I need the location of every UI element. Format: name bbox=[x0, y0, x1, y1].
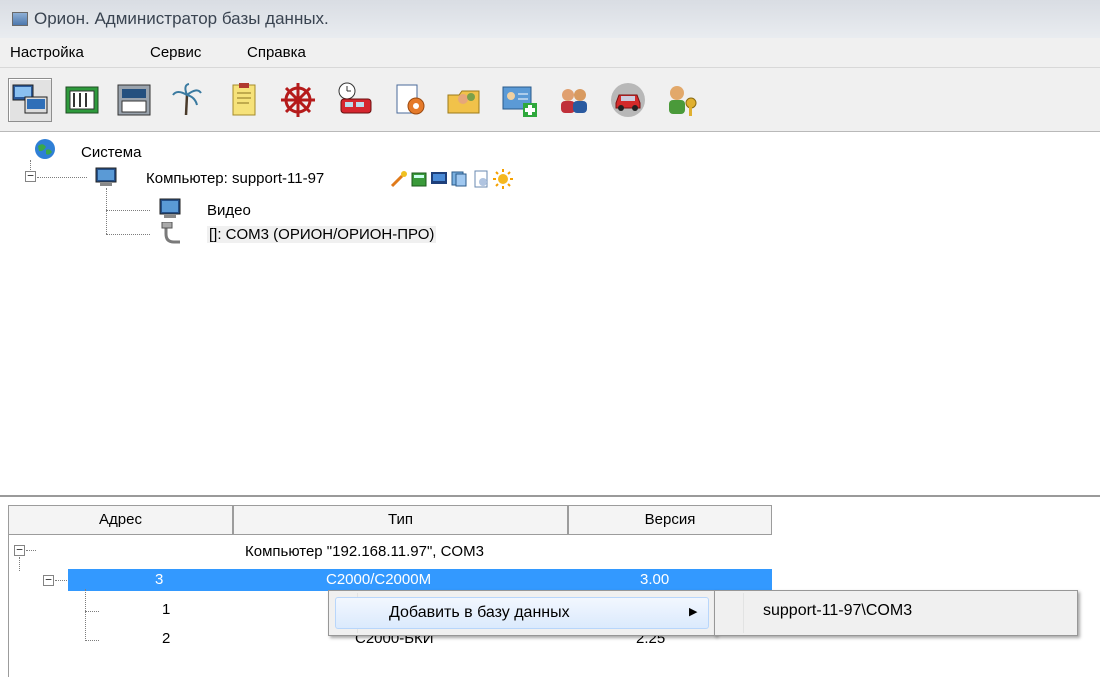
system-tree: Система − Компьютер: support-11-97 Видео… bbox=[0, 132, 1100, 497]
expander-device[interactable]: − bbox=[43, 574, 54, 586]
expander-computer[interactable]: − bbox=[25, 170, 36, 182]
row-address[interactable]: 1 bbox=[162, 601, 170, 618]
window-title: Орион. Администратор базы данных. bbox=[34, 9, 329, 28]
monitor-icon[interactable] bbox=[430, 170, 448, 188]
car-icon bbox=[611, 83, 645, 117]
tree-com-label[interactable]: []: COM3 (ОРИОН/ОРИОН-ПРО) bbox=[207, 226, 437, 243]
tree-line bbox=[37, 177, 87, 178]
notes-icon bbox=[232, 83, 256, 116]
tree-line bbox=[26, 550, 36, 551]
folder-users-button[interactable] bbox=[442, 78, 486, 122]
document-gear-icon bbox=[396, 84, 425, 115]
page-icon[interactable] bbox=[472, 170, 490, 188]
tree-root-label[interactable]: Система bbox=[81, 144, 141, 161]
row-version: 3.00 bbox=[640, 571, 670, 588]
title-bar: Орион. Администратор базы данных. bbox=[0, 0, 1100, 38]
submenu-arrow-icon: ▶ bbox=[689, 606, 698, 618]
video-monitor-icon bbox=[159, 198, 181, 218]
context-menu: Добавить в базу данных ▶ bbox=[328, 590, 716, 636]
menu-item-add-to-db[interactable]: Добавить в базу данных ▶ bbox=[335, 597, 709, 629]
terminal-button[interactable] bbox=[112, 78, 156, 122]
toolbar bbox=[0, 68, 1100, 132]
computers-icon bbox=[12, 84, 48, 114]
menu-nastroyka[interactable]: Настройка bbox=[10, 44, 84, 61]
tree-line bbox=[106, 234, 150, 235]
group-label[interactable]: Компьютер "192.168.11.97", COM3 bbox=[245, 543, 484, 560]
column-version[interactable]: Версия bbox=[568, 505, 772, 535]
app-icon bbox=[12, 12, 28, 26]
car-button[interactable] bbox=[606, 78, 650, 122]
menu-bar: Настройка Сервис Справка bbox=[0, 38, 1100, 68]
wheel-icon bbox=[281, 83, 315, 117]
column-address[interactable]: Адрес bbox=[8, 505, 233, 535]
tree-line bbox=[85, 611, 99, 612]
schedule-train-button[interactable] bbox=[332, 78, 376, 122]
folder-users-icon bbox=[447, 90, 480, 114]
menu-gutter bbox=[743, 593, 744, 633]
computers-button[interactable] bbox=[8, 78, 52, 122]
tree-computer-label[interactable]: Компьютер: support-11-97 bbox=[146, 170, 324, 187]
sun-icon[interactable] bbox=[493, 169, 513, 189]
device-grid: Адрес Тип Версия − Компьютер "192.168.11… bbox=[0, 497, 1100, 677]
computer-icon bbox=[95, 167, 117, 186]
wheel-button[interactable] bbox=[276, 78, 320, 122]
tree-video-label[interactable]: Видео bbox=[207, 202, 251, 219]
users-icon bbox=[561, 89, 587, 113]
submenu-item-com3[interactable]: support-11-97\COM3 bbox=[763, 602, 912, 620]
book-icon[interactable] bbox=[410, 170, 428, 188]
schedule-train-icon bbox=[338, 82, 372, 114]
grid-left-border bbox=[8, 535, 9, 677]
row-address: 3 bbox=[155, 571, 164, 588]
menu-item-label: Добавить в базу данных bbox=[389, 604, 570, 621]
devices-icon bbox=[65, 86, 99, 114]
column-type[interactable]: Тип bbox=[233, 505, 568, 535]
document-gear-button[interactable] bbox=[388, 78, 432, 122]
user-key-icon bbox=[669, 86, 697, 116]
terminal-icon bbox=[117, 84, 151, 116]
notes-button[interactable] bbox=[222, 78, 266, 122]
palm-tree-button[interactable] bbox=[164, 78, 208, 122]
copy-icon[interactable] bbox=[450, 170, 468, 188]
row-type: С2000/С2000М bbox=[326, 571, 432, 588]
wand-icon[interactable] bbox=[390, 170, 408, 188]
tree-line bbox=[85, 589, 86, 641]
palm-tree-icon bbox=[172, 83, 202, 116]
menu-servis[interactable]: Сервис bbox=[150, 44, 201, 61]
user-key-button[interactable] bbox=[660, 78, 704, 122]
devices-button[interactable] bbox=[60, 78, 104, 122]
add-card-button[interactable] bbox=[498, 78, 542, 122]
tree-line bbox=[55, 580, 67, 581]
tree-line bbox=[106, 188, 107, 234]
port-plug-icon bbox=[161, 222, 180, 244]
row-address[interactable]: 2 bbox=[162, 630, 170, 647]
add-card-icon bbox=[502, 86, 537, 117]
expander-group[interactable]: − bbox=[14, 544, 25, 556]
menu-spravka[interactable]: Справка bbox=[247, 44, 306, 61]
submenu: support-11-97\COM3 bbox=[714, 590, 1078, 636]
tree-line bbox=[85, 640, 99, 641]
tree-line bbox=[106, 210, 150, 211]
tree-line bbox=[19, 557, 20, 571]
users-button[interactable] bbox=[552, 78, 596, 122]
globe-icon bbox=[35, 139, 55, 159]
